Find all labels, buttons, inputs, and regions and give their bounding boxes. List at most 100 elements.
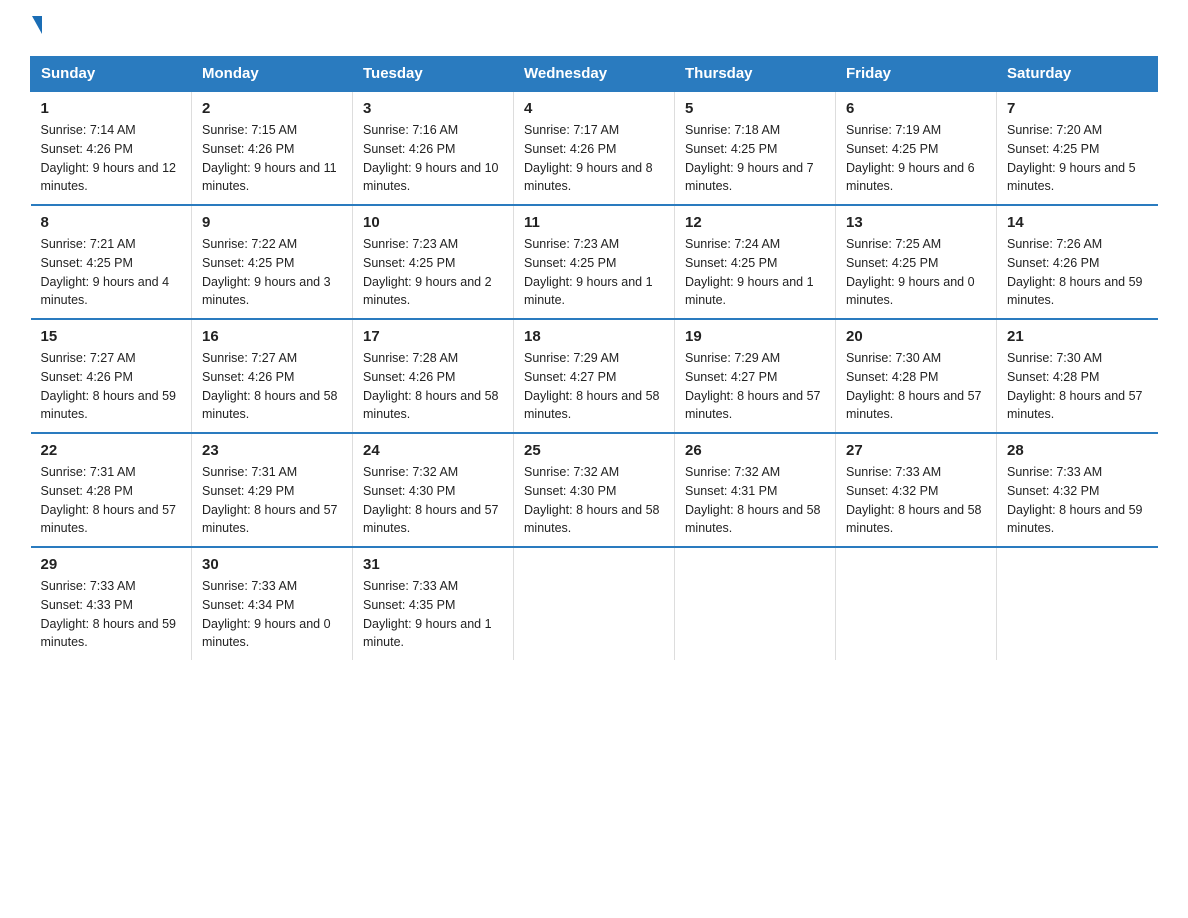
calendar-cell: 29 Sunrise: 7:33 AM Sunset: 4:33 PM Dayl… [31,547,192,660]
day-info: Sunrise: 7:18 AM Sunset: 4:25 PM Dayligh… [685,121,825,196]
calendar-table: SundayMondayTuesdayWednesdayThursdayFrid… [30,56,1158,660]
calendar-cell: 28 Sunrise: 7:33 AM Sunset: 4:32 PM Dayl… [997,433,1158,547]
day-number: 7 [1007,100,1148,117]
day-number: 18 [524,328,664,345]
calendar-cell [997,547,1158,660]
calendar-cell: 13 Sunrise: 7:25 AM Sunset: 4:25 PM Dayl… [836,205,997,319]
day-number: 21 [1007,328,1148,345]
day-info: Sunrise: 7:31 AM Sunset: 4:29 PM Dayligh… [202,463,342,538]
day-info: Sunrise: 7:16 AM Sunset: 4:26 PM Dayligh… [363,121,503,196]
page-header [30,20,1158,38]
calendar-cell: 20 Sunrise: 7:30 AM Sunset: 4:28 PM Dayl… [836,319,997,433]
day-info: Sunrise: 7:17 AM Sunset: 4:26 PM Dayligh… [524,121,664,196]
calendar-cell: 11 Sunrise: 7:23 AM Sunset: 4:25 PM Dayl… [514,205,675,319]
calendar-cell: 31 Sunrise: 7:33 AM Sunset: 4:35 PM Dayl… [353,547,514,660]
day-info: Sunrise: 7:14 AM Sunset: 4:26 PM Dayligh… [41,121,182,196]
day-info: Sunrise: 7:24 AM Sunset: 4:25 PM Dayligh… [685,235,825,310]
calendar-cell: 7 Sunrise: 7:20 AM Sunset: 4:25 PM Dayli… [997,91,1158,205]
calendar-week-row: 22 Sunrise: 7:31 AM Sunset: 4:28 PM Dayl… [31,433,1158,547]
calendar-cell: 10 Sunrise: 7:23 AM Sunset: 4:25 PM Dayl… [353,205,514,319]
header-saturday: Saturday [997,57,1158,92]
day-number: 5 [685,100,825,117]
header-thursday: Thursday [675,57,836,92]
day-number: 15 [41,328,182,345]
day-info: Sunrise: 7:22 AM Sunset: 4:25 PM Dayligh… [202,235,342,310]
day-number: 13 [846,214,986,231]
calendar-cell: 6 Sunrise: 7:19 AM Sunset: 4:25 PM Dayli… [836,91,997,205]
calendar-cell: 1 Sunrise: 7:14 AM Sunset: 4:26 PM Dayli… [31,91,192,205]
day-info: Sunrise: 7:21 AM Sunset: 4:25 PM Dayligh… [41,235,182,310]
day-number: 9 [202,214,342,231]
day-number: 27 [846,442,986,459]
day-info: Sunrise: 7:30 AM Sunset: 4:28 PM Dayligh… [846,349,986,424]
calendar-cell: 27 Sunrise: 7:33 AM Sunset: 4:32 PM Dayl… [836,433,997,547]
day-number: 31 [363,556,503,573]
calendar-cell: 17 Sunrise: 7:28 AM Sunset: 4:26 PM Dayl… [353,319,514,433]
calendar-cell: 21 Sunrise: 7:30 AM Sunset: 4:28 PM Dayl… [997,319,1158,433]
calendar-cell: 24 Sunrise: 7:32 AM Sunset: 4:30 PM Dayl… [353,433,514,547]
day-info: Sunrise: 7:33 AM Sunset: 4:35 PM Dayligh… [363,577,503,652]
calendar-week-row: 1 Sunrise: 7:14 AM Sunset: 4:26 PM Dayli… [31,91,1158,205]
day-info: Sunrise: 7:28 AM Sunset: 4:26 PM Dayligh… [363,349,503,424]
header-tuesday: Tuesday [353,57,514,92]
day-info: Sunrise: 7:32 AM Sunset: 4:30 PM Dayligh… [524,463,664,538]
calendar-cell: 18 Sunrise: 7:29 AM Sunset: 4:27 PM Dayl… [514,319,675,433]
calendar-cell: 19 Sunrise: 7:29 AM Sunset: 4:27 PM Dayl… [675,319,836,433]
calendar-cell: 5 Sunrise: 7:18 AM Sunset: 4:25 PM Dayli… [675,91,836,205]
day-number: 10 [363,214,503,231]
day-number: 1 [41,100,182,117]
day-number: 24 [363,442,503,459]
day-info: Sunrise: 7:31 AM Sunset: 4:28 PM Dayligh… [41,463,182,538]
day-number: 16 [202,328,342,345]
calendar-cell: 14 Sunrise: 7:26 AM Sunset: 4:26 PM Dayl… [997,205,1158,319]
day-number: 11 [524,214,664,231]
calendar-header-row: SundayMondayTuesdayWednesdayThursdayFrid… [31,57,1158,92]
day-number: 20 [846,328,986,345]
day-number: 29 [41,556,182,573]
day-info: Sunrise: 7:25 AM Sunset: 4:25 PM Dayligh… [846,235,986,310]
day-info: Sunrise: 7:27 AM Sunset: 4:26 PM Dayligh… [202,349,342,424]
calendar-cell: 12 Sunrise: 7:24 AM Sunset: 4:25 PM Dayl… [675,205,836,319]
day-number: 17 [363,328,503,345]
day-number: 26 [685,442,825,459]
calendar-cell: 23 Sunrise: 7:31 AM Sunset: 4:29 PM Dayl… [192,433,353,547]
day-info: Sunrise: 7:32 AM Sunset: 4:31 PM Dayligh… [685,463,825,538]
calendar-cell: 3 Sunrise: 7:16 AM Sunset: 4:26 PM Dayli… [353,91,514,205]
calendar-cell: 15 Sunrise: 7:27 AM Sunset: 4:26 PM Dayl… [31,319,192,433]
day-info: Sunrise: 7:29 AM Sunset: 4:27 PM Dayligh… [524,349,664,424]
day-info: Sunrise: 7:33 AM Sunset: 4:33 PM Dayligh… [41,577,182,652]
day-info: Sunrise: 7:29 AM Sunset: 4:27 PM Dayligh… [685,349,825,424]
day-number: 2 [202,100,342,117]
day-info: Sunrise: 7:33 AM Sunset: 4:32 PM Dayligh… [1007,463,1148,538]
calendar-cell: 9 Sunrise: 7:22 AM Sunset: 4:25 PM Dayli… [192,205,353,319]
day-number: 4 [524,100,664,117]
day-number: 12 [685,214,825,231]
day-info: Sunrise: 7:26 AM Sunset: 4:26 PM Dayligh… [1007,235,1148,310]
day-info: Sunrise: 7:15 AM Sunset: 4:26 PM Dayligh… [202,121,342,196]
logo [30,20,42,38]
header-friday: Friday [836,57,997,92]
day-number: 25 [524,442,664,459]
day-info: Sunrise: 7:23 AM Sunset: 4:25 PM Dayligh… [363,235,503,310]
calendar-cell: 25 Sunrise: 7:32 AM Sunset: 4:30 PM Dayl… [514,433,675,547]
calendar-cell: 16 Sunrise: 7:27 AM Sunset: 4:26 PM Dayl… [192,319,353,433]
day-number: 8 [41,214,182,231]
calendar-week-row: 15 Sunrise: 7:27 AM Sunset: 4:26 PM Dayl… [31,319,1158,433]
day-number: 3 [363,100,503,117]
day-info: Sunrise: 7:32 AM Sunset: 4:30 PM Dayligh… [363,463,503,538]
calendar-cell [675,547,836,660]
day-info: Sunrise: 7:23 AM Sunset: 4:25 PM Dayligh… [524,235,664,310]
calendar-cell: 4 Sunrise: 7:17 AM Sunset: 4:26 PM Dayli… [514,91,675,205]
day-number: 22 [41,442,182,459]
day-info: Sunrise: 7:19 AM Sunset: 4:25 PM Dayligh… [846,121,986,196]
day-number: 14 [1007,214,1148,231]
logo-triangle-icon [32,16,42,34]
header-monday: Monday [192,57,353,92]
day-info: Sunrise: 7:33 AM Sunset: 4:32 PM Dayligh… [846,463,986,538]
calendar-cell [836,547,997,660]
day-number: 19 [685,328,825,345]
day-number: 28 [1007,442,1148,459]
day-info: Sunrise: 7:20 AM Sunset: 4:25 PM Dayligh… [1007,121,1148,196]
day-info: Sunrise: 7:30 AM Sunset: 4:28 PM Dayligh… [1007,349,1148,424]
calendar-week-row: 29 Sunrise: 7:33 AM Sunset: 4:33 PM Dayl… [31,547,1158,660]
